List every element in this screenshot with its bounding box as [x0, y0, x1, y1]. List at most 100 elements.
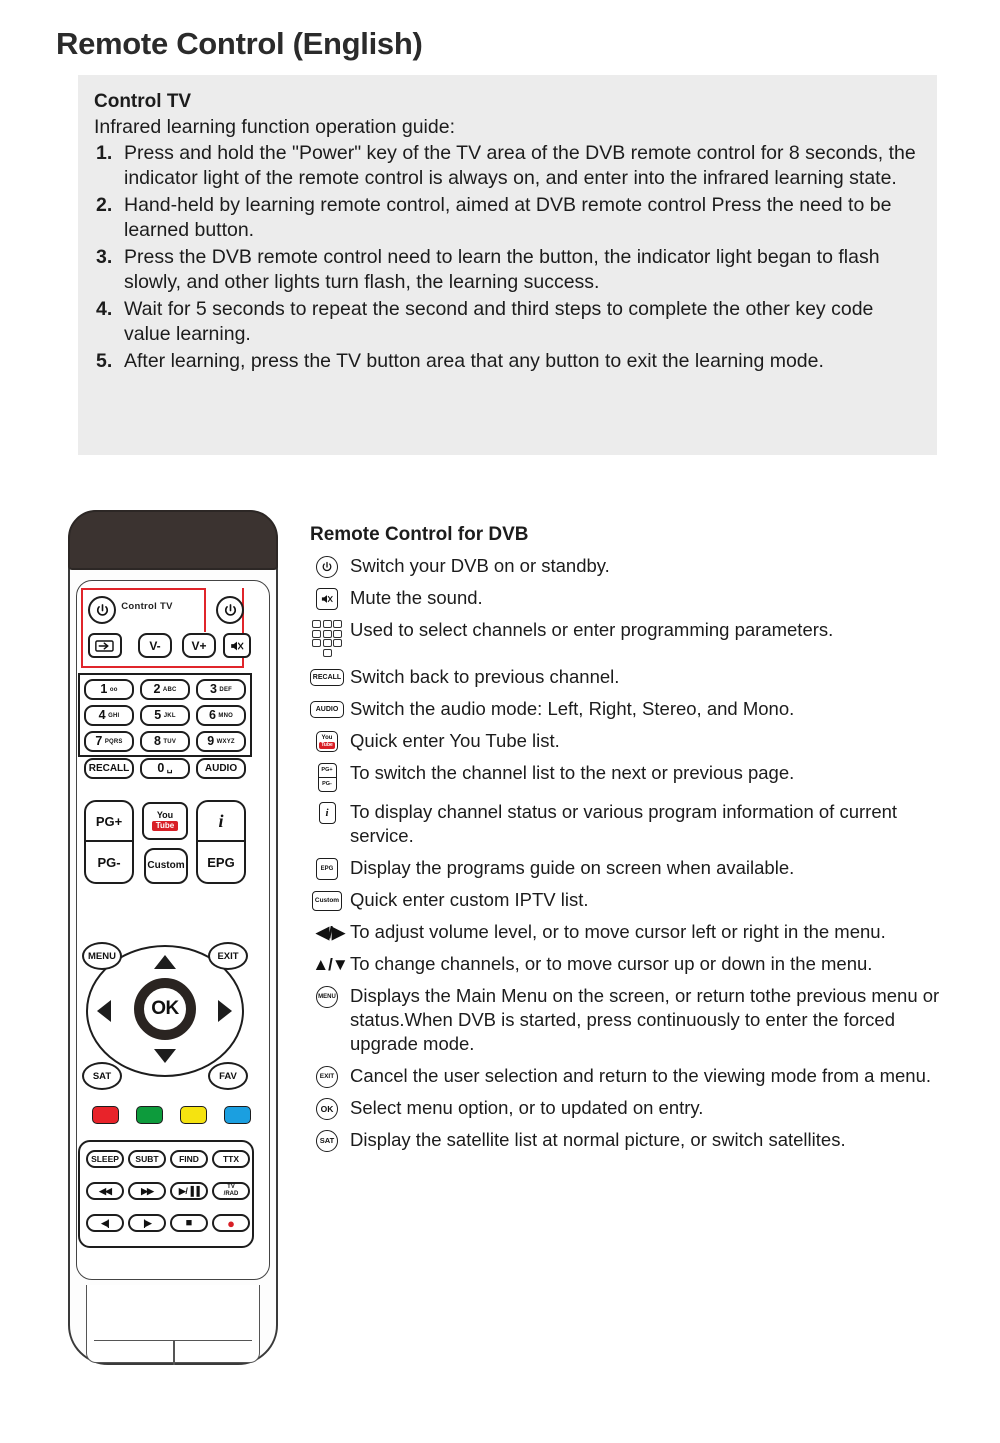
keypad-cell: [322, 639, 332, 647]
legend-row-up-down: ▲/▼ To change channels, or to move curso…: [310, 952, 960, 976]
down-arrow-button[interactable]: [154, 1049, 176, 1063]
next-frame-button[interactable]: |▶: [128, 1214, 166, 1232]
tv-radio-line2: /RAD: [223, 1191, 239, 1197]
key-letters: WXYZ: [216, 738, 235, 745]
audio-button[interactable]: AUDIO: [196, 758, 246, 779]
instruction-step: 2. Hand-held by learning remote control, …: [94, 193, 919, 242]
exit-button[interactable]: EXIT: [208, 942, 248, 970]
numpad-key-6[interactable]: 6 MNO: [196, 705, 246, 726]
legend-panel: Remote Control for DVB Switch your DVB o…: [310, 524, 960, 1160]
dvb-power-button[interactable]: [216, 596, 244, 624]
step-text: Wait for 5 seconds to repeat the second …: [124, 298, 874, 345]
legend-row-left-right: ◀/▶ To adjust volume level, or to move c…: [310, 920, 960, 944]
stop-button[interactable]: ■: [170, 1214, 208, 1232]
legend-row-custom: Custom Quick enter custom IPTV list.: [310, 888, 960, 912]
fav-button[interactable]: FAV: [208, 1062, 248, 1090]
page-key-icon: PG+ PG-: [317, 762, 337, 792]
custom-button[interactable]: Custom: [144, 848, 188, 884]
key-digit: 9: [207, 734, 215, 749]
step-number: 1.: [96, 142, 113, 164]
legend-text: Cancel the user selection and return to …: [350, 1064, 932, 1086]
legend-icon-cell: i: [310, 800, 344, 824]
recall-button[interactable]: RECALL: [84, 758, 134, 779]
legend-text: Mute the sound.: [350, 587, 483, 608]
keypad-cell-zero: [322, 648, 332, 657]
keypad-cell: [333, 639, 342, 647]
youtube-tube-text: Tube: [319, 741, 335, 749]
legend-row-mute: Mute the sound.: [310, 586, 960, 610]
page-down-button[interactable]: PG-: [84, 842, 134, 884]
numpad-key-8[interactable]: 8 TUV: [140, 731, 190, 752]
numpad-key-1[interactable]: 1 oo: [84, 679, 134, 700]
legend-text: Used to select channels or enter program…: [350, 619, 834, 640]
remote-control-diagram: Control TV V- V+ 1 oo 2 ABC 3 DEF 4 GHI 5 JKL…: [60, 500, 295, 1380]
legend-row-audio: AUDIO Switch the audio mode: Left, Right…: [310, 697, 960, 721]
step-number: 3.: [96, 246, 113, 268]
step-number: 2.: [96, 194, 113, 216]
epg-key-icon: EPG: [316, 857, 338, 880]
rewind-button[interactable]: ◀◀: [86, 1182, 124, 1200]
sat-button[interactable]: SAT: [82, 1062, 122, 1090]
green-color-button[interactable]: [136, 1106, 163, 1124]
fast-forward-button[interactable]: ▶▶: [128, 1182, 166, 1200]
play-pause-button[interactable]: ▶/▐▐: [170, 1182, 208, 1200]
record-button[interactable]: ●: [212, 1214, 250, 1232]
numpad-key-4[interactable]: 4 GHI: [84, 705, 134, 726]
legend-icon-cell: MENU: [310, 984, 344, 1008]
step-text: Press the DVB remote control need to lea…: [124, 246, 880, 293]
legend-icon-cell: PG+ PG-: [310, 761, 344, 792]
left-arrow-button[interactable]: [97, 1000, 111, 1022]
legend-text: To switch the channel list to the next o…: [350, 761, 795, 783]
control-tv-label: Control TV: [121, 601, 173, 612]
numpad-key-2[interactable]: 2 ABC: [140, 679, 190, 700]
volume-down-button[interactable]: V-: [138, 633, 172, 658]
tv-radio-button[interactable]: TV /RAD: [212, 1182, 250, 1200]
legend-row-keypad: Used to select channels or enter program…: [310, 618, 960, 657]
legend-text: To change channels, or to move cursor up…: [350, 952, 873, 974]
numpad-key-9[interactable]: 9 WXYZ: [196, 731, 246, 752]
page-up-button[interactable]: PG+: [84, 800, 134, 842]
volume-up-button[interactable]: V+: [182, 633, 216, 658]
legend-icon-cell: ◀/▶: [310, 920, 350, 944]
subtitle-button[interactable]: SUBT: [128, 1150, 166, 1168]
mute-button[interactable]: [223, 633, 251, 658]
red-color-button[interactable]: [92, 1106, 119, 1124]
sleep-button[interactable]: SLEEP: [86, 1150, 124, 1168]
epg-button[interactable]: EPG: [196, 842, 246, 884]
legend-icon-cell: [310, 618, 344, 657]
info-button[interactable]: i: [196, 800, 246, 842]
ok-key-icon: OK: [316, 1097, 338, 1120]
blue-color-button[interactable]: [224, 1106, 251, 1124]
legend-row-youtube: You Tube Quick enter You Tube list.: [310, 729, 960, 753]
youtube-key-icon: You Tube: [316, 731, 338, 752]
legend-icon-cell: SAT: [310, 1128, 344, 1152]
yellow-color-button[interactable]: [180, 1106, 207, 1124]
mute-icon: [231, 641, 244, 650]
key-digit: 0: [157, 761, 165, 776]
ok-button[interactable]: OK: [134, 978, 196, 1040]
previous-frame-button[interactable]: ◀|: [86, 1214, 124, 1232]
key-digit: 7: [95, 734, 103, 749]
legend-icon-cell: [310, 586, 344, 610]
instruction-step: 3. Press the DVB remote control need to l…: [94, 245, 919, 294]
right-arrow-button[interactable]: [218, 1000, 232, 1022]
youtube-button[interactable]: You Tube: [142, 802, 188, 840]
up-arrow-button[interactable]: [154, 955, 176, 969]
legend-row-exit: EXIT Cancel the user selection and retur…: [310, 1064, 960, 1088]
legend-icon-cell: EXIT: [310, 1064, 344, 1088]
instruction-steps-list: 1. Press and hold the "Power" key of the …: [94, 141, 919, 374]
numpad-key-5[interactable]: 5 JKL: [140, 705, 190, 726]
legend-text: To display channel status or various pro…: [350, 800, 898, 846]
source-button[interactable]: [88, 633, 122, 658]
numpad-key-3[interactable]: 3 DEF: [196, 679, 246, 700]
source-icon: [95, 639, 114, 652]
menu-button[interactable]: MENU: [82, 942, 122, 970]
remote-ir-head: [68, 510, 278, 570]
numpad-key-7[interactable]: 7 PQRS: [84, 731, 134, 752]
teletext-button[interactable]: TTX: [212, 1150, 250, 1168]
find-button[interactable]: FIND: [170, 1150, 208, 1168]
legend-row-ok: OK Select menu option, or to updated on …: [310, 1096, 960, 1120]
legend-row-sat: SAT Display the satellite list at normal…: [310, 1128, 960, 1152]
tv-radio-line1: TV: [227, 1184, 235, 1190]
numpad-key-0[interactable]: 0 ␣: [140, 758, 190, 779]
